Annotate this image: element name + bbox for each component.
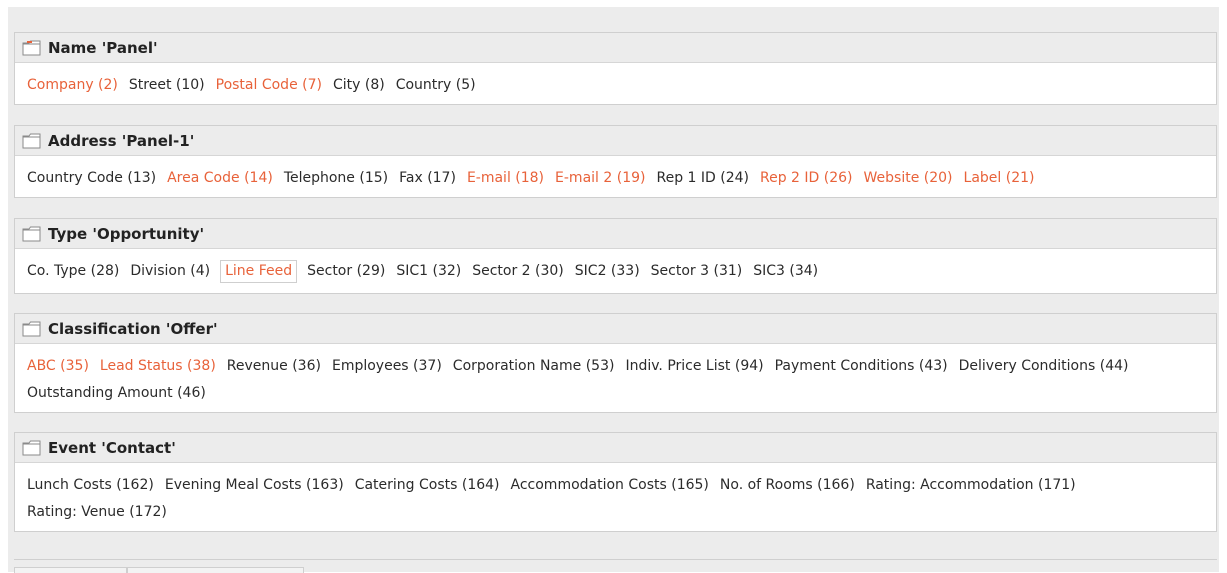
field-chip[interactable]: Label (21) [963,167,1036,190]
field-chip[interactable]: Evening Meal Costs (163) [164,474,345,497]
panel-title: Address 'Panel-1' [48,131,195,150]
field-chip[interactable]: No. of Rooms (166) [719,474,856,497]
panel-header[interactable]: Type 'Opportunity' [15,219,1216,249]
field-chip[interactable]: Postal Code (7) [215,74,323,97]
folder-icon [22,440,41,456]
panel-address: Address 'Panel-1' Country Code (13) Area … [14,125,1217,198]
field-chip[interactable]: Sector 2 (30) [471,260,565,283]
panel-title: Event 'Contact' [48,438,176,457]
field-chip[interactable]: Corporation Name (53) [452,355,616,378]
panel-title: Name 'Panel' [48,38,158,57]
field-chip[interactable]: SIC2 (33) [574,260,641,283]
field-chip[interactable]: Website (20) [863,167,954,190]
panel-type: Type 'Opportunity' Co. Type (28) Division… [14,218,1217,294]
field-chip[interactable]: Telephone (15) [283,167,389,190]
divider [14,559,1217,560]
field-chip[interactable]: Delivery Conditions (44) [958,355,1130,378]
field-chip[interactable]: Rep 2 ID (26) [759,167,854,190]
field-chip[interactable]: Area Code (14) [166,167,274,190]
field-chip[interactable]: Accommodation Costs (165) [510,474,710,497]
field-chip[interactable]: Rating: Venue (172) [26,501,168,524]
field-chip[interactable]: Sector (29) [306,260,386,283]
field-chip[interactable]: Lunch Costs (162) [26,474,155,497]
field-chip[interactable]: Country Code (13) [26,167,157,190]
field-chip[interactable]: City (8) [332,74,386,97]
panel-layout-area: Name 'Panel' Company (2) Street (10) Posta… [8,7,1219,573]
panel-title: Classification 'Offer' [48,319,218,338]
panel-title: Type 'Opportunity' [48,224,205,243]
panel-header[interactable]: Classification 'Offer' [15,314,1216,344]
field-chip[interactable]: Line Feed [220,260,298,283]
folder-icon [22,226,41,242]
panel-name: Name 'Panel' Company (2) Street (10) Posta… [14,32,1217,105]
panel-header[interactable]: Name 'Panel' [15,33,1216,63]
bottom-tab[interactable] [14,567,127,573]
field-chip[interactable]: Rating: Accommodation (171) [865,474,1077,497]
field-chip[interactable]: Fax (17) [398,167,457,190]
field-chip[interactable]: Revenue (36) [226,355,322,378]
panel-fields: ABC (35) Lead Status (38) Revenue (36) Empl… [15,344,1216,407]
open-panel-icon [22,40,41,56]
field-chip[interactable]: Payment Conditions (43) [774,355,949,378]
field-chip[interactable]: Division (4) [129,260,211,283]
panel-header[interactable]: Address 'Panel-1' [15,126,1216,156]
field-chip[interactable]: Sector 3 (31) [650,260,744,283]
field-chip[interactable]: E-mail (18) [466,167,545,190]
panel-event: Event 'Contact' Lunch Costs (162) Evening… [14,432,1217,532]
panel-fields: Company (2) Street (10) Postal Code (7) Cit… [15,63,1216,99]
field-chip[interactable]: SIC1 (32) [395,260,462,283]
field-chip[interactable]: SIC3 (34) [752,260,819,283]
panel-fields: Lunch Costs (162) Evening Meal Costs (163… [15,463,1216,526]
panel-header[interactable]: Event 'Contact' [15,433,1216,463]
folder-icon [22,321,41,337]
panel-fields: Country Code (13) Area Code (14) Telephone… [15,156,1216,192]
field-chip[interactable]: Outstanding Amount (46) [26,382,207,405]
field-chip[interactable]: Street (10) [128,74,206,97]
field-chip[interactable]: Co. Type (28) [26,260,120,283]
field-chip[interactable]: Lead Status (38) [99,355,217,378]
folder-icon [22,133,41,149]
field-chip[interactable]: Country (5) [395,74,477,97]
field-chip[interactable]: Company (2) [26,74,119,97]
field-chip[interactable]: Employees (37) [331,355,443,378]
field-chip[interactable]: Indiv. Price List (94) [624,355,764,378]
panel-classification: Classification 'Offer' ABC (35) Lead Stat… [14,313,1217,413]
field-chip[interactable]: Rep 1 ID (24) [655,167,750,190]
panel-fields: Co. Type (28) Division (4) Line Feed Sector… [15,249,1216,285]
field-chip[interactable]: E-mail 2 (19) [554,167,646,190]
field-chip[interactable]: Catering Costs (164) [354,474,501,497]
bottom-tab[interactable] [127,567,304,573]
field-chip[interactable]: ABC (35) [26,355,90,378]
